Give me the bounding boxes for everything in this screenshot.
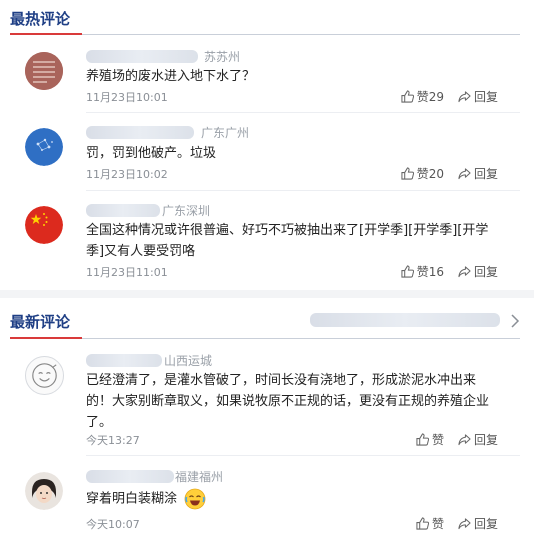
chevron-right-icon[interactable]: [510, 314, 520, 328]
header-accent-line: [10, 33, 82, 35]
user-location: 广东广州: [201, 126, 250, 140]
like-count: 赞29: [416, 90, 444, 104]
like-count: 赞16: [416, 265, 444, 279]
comment-text: 全国这种情况或许很普遍、好巧不巧被抽出来了[开学季][开学季][开学 季]又有人…: [86, 220, 516, 262]
user-info: 广东深圳: [86, 202, 286, 218]
comment-text: 已经澄清了，是灌水管破了，时间长没有浇地了，形成淤泥水冲出来 的！大家别断章取义…: [86, 370, 516, 433]
blurred-username[interactable]: [86, 354, 162, 367]
avatar[interactable]: [25, 206, 63, 244]
blurred-username[interactable]: [86, 126, 194, 139]
like-count: 赞20: [416, 167, 444, 181]
reply-label: 回复: [473, 517, 498, 531]
user-location: 福建福州: [175, 470, 224, 484]
user-info: 福建福州: [86, 468, 296, 484]
new-comment-2: 福建福州 穿着明白装糊涂 今天10:07 赞 回复: [0, 464, 534, 544]
reply-button[interactable]: 回复: [458, 88, 498, 105]
blurred-header-control[interactable]: [310, 313, 500, 327]
header-divider: [10, 34, 520, 35]
hot-comments-header: 最热评论: [0, 0, 534, 36]
thumbs-up-icon: [401, 167, 414, 180]
comment-meta: 今天10:07 赞 回复: [86, 516, 498, 532]
header-accent-line: [10, 337, 82, 339]
comment-line: 穿着明白装糊涂: [86, 491, 178, 507]
user-location: 苏苏州: [204, 50, 241, 64]
comment-time: 11月23日10:02: [86, 168, 168, 181]
reply-button[interactable]: 回复: [458, 165, 498, 182]
share-arrow-icon: [458, 168, 471, 180]
comment-divider: [86, 190, 520, 191]
like-label: 赞: [431, 433, 444, 447]
user-location: 广东深圳: [162, 204, 211, 218]
comment-line: 了。: [86, 415, 113, 430]
share-arrow-icon: [458, 266, 471, 278]
person-avatar-image: [25, 472, 63, 510]
user-info: 山西运城: [86, 352, 286, 368]
comment-line: 的！大家别断章取义，如果说牧原不正规的话，更没有正规的养殖企业: [86, 394, 490, 409]
hot-comment-2: 广东广州 罚，罚到他破产。垃圾 11月23日10:02 赞20 回复: [0, 120, 534, 192]
comment-text: 穿着明白装糊涂: [86, 488, 516, 510]
comment-line: 全国这种情况或许很普遍、好巧不巧被抽出来了[开学季][开学季][开学: [86, 223, 489, 238]
thumbs-up-icon: [416, 433, 429, 446]
reply-label: 回复: [473, 265, 498, 279]
like-button[interactable]: 赞29: [401, 88, 444, 105]
avatar-image: [25, 128, 63, 166]
avatar[interactable]: [25, 472, 63, 510]
hot-comment-1: 苏苏州 养殖场的废水进入地下水了？ 11月23日10:01 赞29 回复: [0, 44, 534, 114]
share-arrow-icon: [458, 434, 471, 446]
thumbs-up-icon: [401, 90, 414, 103]
comment-meta: 11月23日11:01 赞16 回复: [86, 264, 498, 280]
reply-label: 回复: [473, 433, 498, 447]
share-arrow-icon: [458, 518, 471, 530]
comment-time: 今天10:07: [86, 518, 140, 531]
blurred-username[interactable]: [86, 50, 198, 63]
like-button[interactable]: 赞: [416, 431, 444, 448]
hot-comments-title: 最热评论: [10, 10, 71, 28]
reply-button[interactable]: 回复: [458, 431, 498, 448]
flag-avatar-image: [25, 206, 63, 244]
smiley-avatar-image: [32, 363, 57, 388]
new-comments-title: 最新评论: [10, 313, 71, 331]
section-separator: [0, 290, 534, 298]
avatar[interactable]: [25, 52, 63, 90]
header-divider: [10, 338, 520, 339]
comment-meta: 11月23日10:02 赞20 回复: [86, 166, 498, 182]
comment-text: 罚，罚到他破产。垃圾: [86, 146, 217, 161]
share-arrow-icon: [458, 91, 471, 103]
like-button[interactable]: 赞20: [401, 165, 444, 182]
comment-meta: 11月23日10:01 赞29 回复: [86, 89, 498, 105]
user-location: 山西运城: [164, 354, 213, 368]
new-comments-header: 最新评论: [0, 300, 534, 340]
user-info: 广东广州: [86, 124, 286, 140]
user-info: 苏苏州: [86, 48, 286, 64]
like-label: 赞: [431, 517, 444, 531]
comment-line: 季]又有人要受罚咯: [86, 244, 196, 259]
laughing-tears-emoji: [184, 488, 206, 510]
comment-divider: [86, 112, 520, 113]
avatar[interactable]: [25, 356, 64, 395]
comment-time: 11月23日10:01: [86, 91, 168, 104]
comment-time: 11月23日11:01: [86, 266, 168, 279]
new-comment-1: 山西运城 已经澄清了，是灌水管破了，时间长没有浇地了，形成淤泥水冲出来 的！大家…: [0, 348, 534, 456]
avatar[interactable]: [25, 128, 63, 166]
reply-label: 回复: [473, 90, 498, 104]
comment-divider: [86, 455, 520, 456]
reply-button[interactable]: 回复: [458, 263, 498, 280]
reply-label: 回复: [473, 167, 498, 181]
like-button[interactable]: 赞16: [401, 263, 444, 280]
thumbs-up-icon: [416, 517, 429, 530]
comment-text: 养殖场的废水进入地下水了？: [86, 69, 256, 84]
comment-line: 已经澄清了，是灌水管破了，时间长没有浇地了，形成淤泥水冲出来: [86, 373, 477, 388]
avatar-image: [25, 52, 63, 90]
blurred-username[interactable]: [86, 204, 160, 217]
hot-comment-3: 广东深圳 全国这种情况或许很普遍、好巧不巧被抽出来了[开学季][开学季][开学 …: [0, 198, 534, 290]
reply-button[interactable]: 回复: [458, 515, 498, 532]
like-button[interactable]: 赞: [416, 515, 444, 532]
comment-meta: 今天13:27 赞 回复: [86, 432, 498, 448]
blurred-username[interactable]: [86, 470, 174, 483]
comment-time: 今天13:27: [86, 434, 140, 447]
thumbs-up-icon: [401, 265, 414, 278]
